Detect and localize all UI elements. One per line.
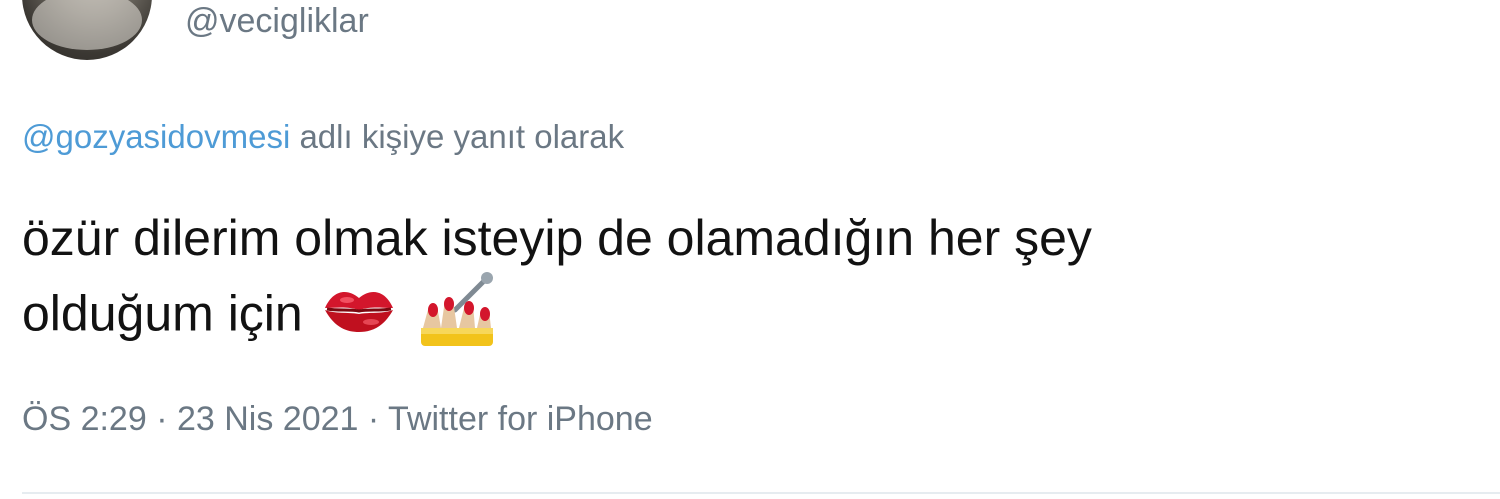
tweet-text-line-2-wrap: olduğum için (22, 270, 1442, 365)
nail-polish-icon (415, 270, 499, 365)
tweet-text-line-2: olduğum için (22, 285, 303, 342)
reply-mention-link[interactable]: @gozyasidovmesi (22, 118, 290, 155)
tweet-text: özür dilerim olmak isteyip de olamadığın… (22, 206, 1442, 365)
meta-separator: · (146, 400, 177, 438)
avatar[interactable] (22, 0, 152, 60)
tweet-time[interactable]: ÖS 2:29 (22, 400, 147, 438)
avatar-photo (32, 0, 142, 50)
tweet-date[interactable]: 23 Nis 2021 (177, 400, 358, 438)
tweet-meta: ÖS 2:29 · 23 Nis 2021 · Twitter for iPho… (22, 400, 653, 439)
reply-context-label: adlı kişiye yanıt olarak (290, 118, 625, 155)
author-handle[interactable]: @vecigliklar (185, 2, 369, 41)
meta-separator: · (358, 400, 389, 438)
tweet-text-line-1: özür dilerim olmak isteyip de olamadığın… (22, 210, 1092, 266)
tweet-card: @vecigliklar @gozyasidovmesi adlı kişiye… (0, 0, 1500, 499)
tweet-source[interactable]: Twitter for iPhone (388, 400, 653, 438)
reply-context: @gozyasidovmesi adlı kişiye yanıt olarak (22, 118, 624, 156)
divider (22, 492, 1500, 494)
kiss-mark-icon (321, 284, 397, 351)
